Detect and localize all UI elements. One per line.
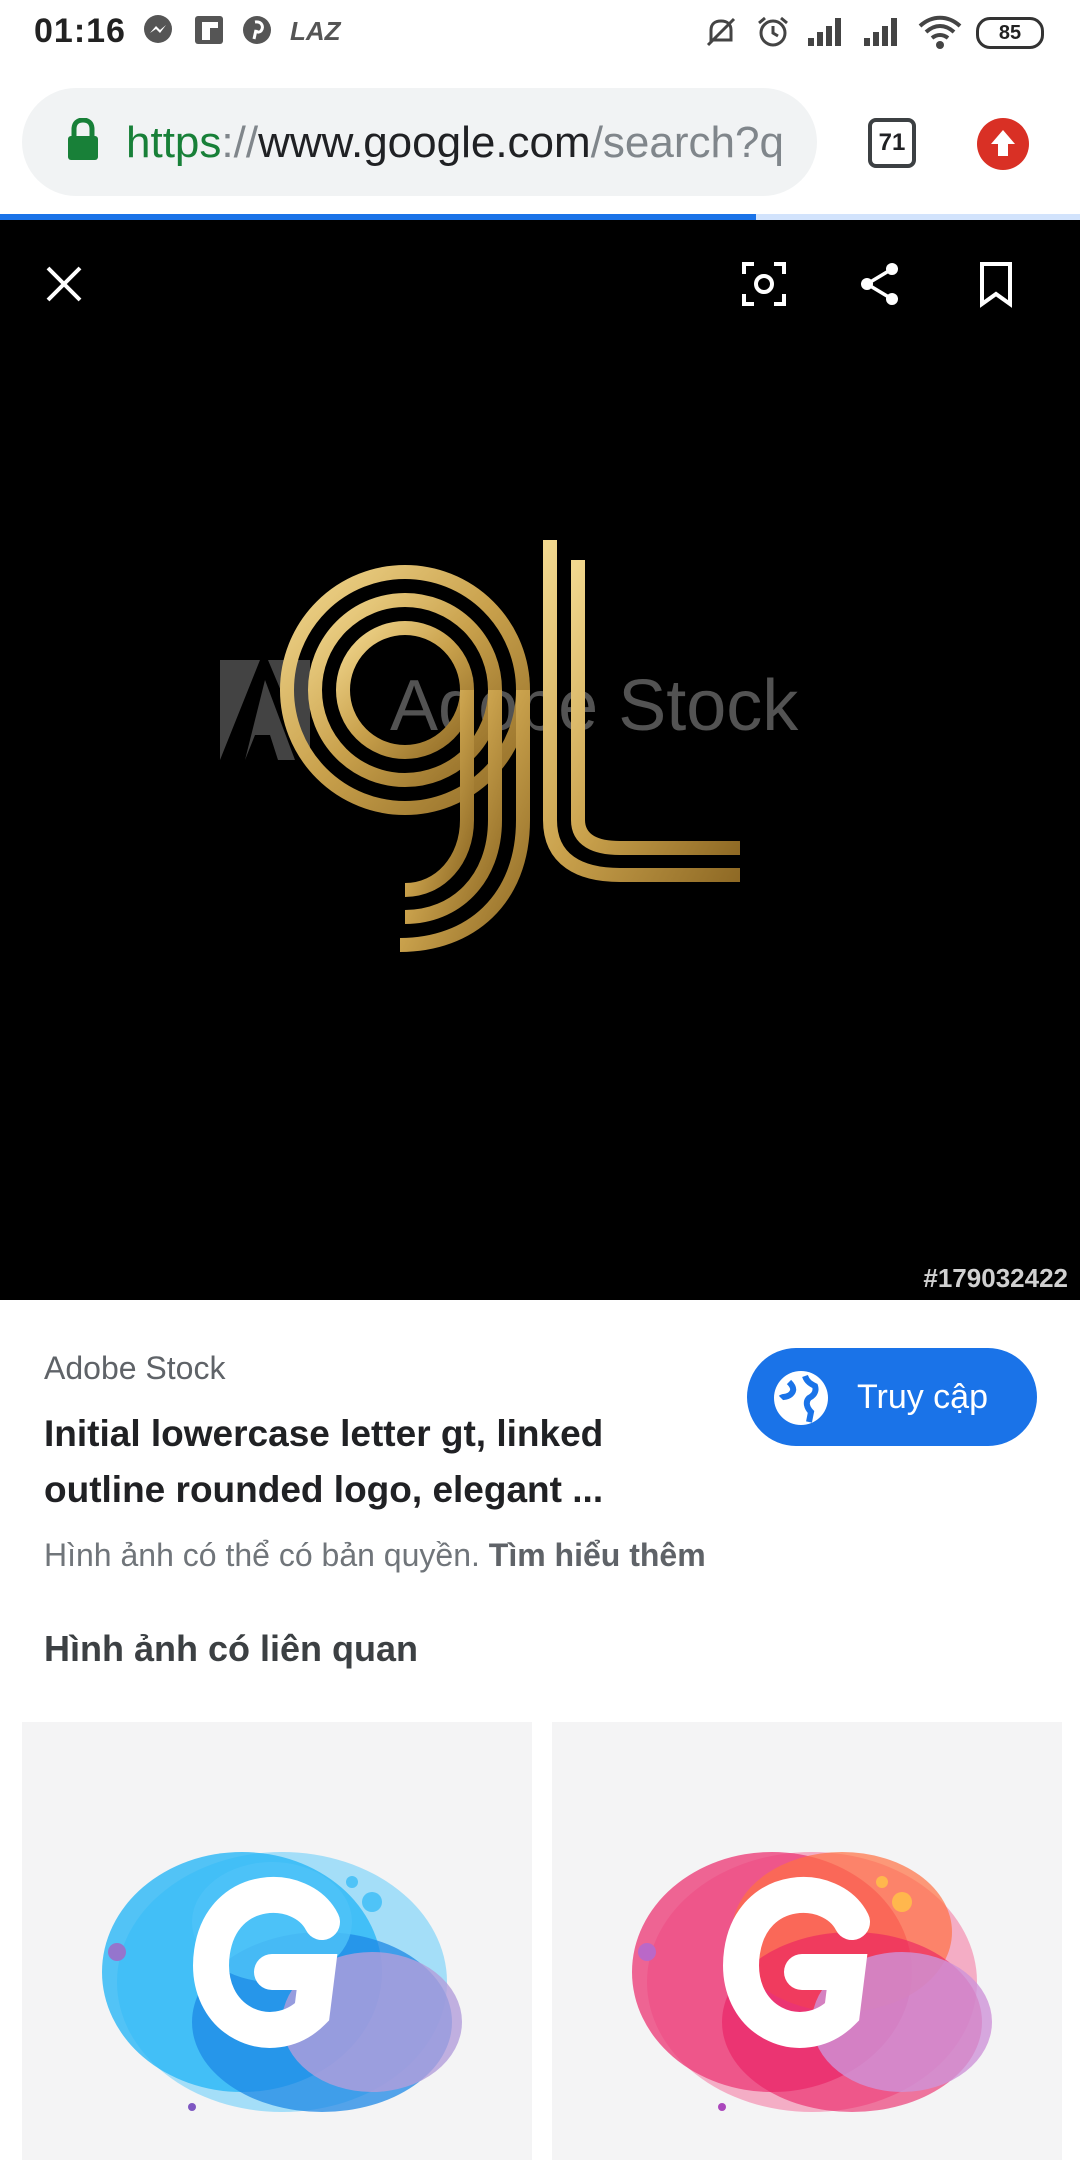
- wifi-icon: [918, 14, 962, 55]
- copyright-notice: Hình ảnh có thể có bản quyền. Tìm hiểu t…: [44, 1537, 706, 1574]
- battery-icon: 85: [976, 17, 1044, 49]
- url-path: /search?q: [590, 118, 784, 167]
- gt-logo-image[interactable]: Adobe Stock: [200, 520, 880, 1020]
- close-icon[interactable]: [40, 260, 88, 313]
- learn-more-link[interactable]: Tìm hiểu thêm: [489, 1537, 706, 1573]
- pink-g-logo-image: [632, 1852, 992, 2112]
- url-separator: ://: [221, 118, 259, 167]
- status-bar: 01:16 LAZ 85: [0, 0, 1080, 66]
- pinterest-icon: [241, 14, 273, 51]
- bookmark-icon[interactable]: [972, 260, 1020, 313]
- flipboard-icon: [194, 14, 224, 51]
- copyright-text: Hình ảnh có thể có bản quyền.: [44, 1537, 480, 1573]
- share-icon[interactable]: [856, 260, 904, 313]
- url-scheme: https: [126, 118, 222, 167]
- signal-icon: [806, 14, 848, 53]
- result-title[interactable]: Initial lowercase letter gt, linked outl…: [44, 1406, 704, 1518]
- lock-icon[interactable]: [66, 117, 100, 167]
- update-available-icon[interactable]: [977, 118, 1029, 170]
- messenger-icon: [142, 14, 174, 51]
- mute-icon: [703, 14, 739, 55]
- status-time: 01:16: [34, 12, 126, 50]
- stock-image-id: #179032422: [923, 1263, 1068, 1293]
- related-image-tile[interactable]: [22, 1722, 532, 2160]
- globe-icon: [771, 1368, 831, 1437]
- url-bar[interactable]: https://www.google.com/search?q: [22, 88, 817, 196]
- visit-button[interactable]: Truy cập: [747, 1348, 1037, 1446]
- alarm-icon: [755, 14, 791, 55]
- tab-switcher-button[interactable]: 71: [868, 118, 916, 168]
- visit-button-label: Truy cập: [857, 1378, 989, 1416]
- source-name[interactable]: Adobe Stock: [44, 1350, 225, 1387]
- lens-icon[interactable]: [740, 260, 788, 313]
- image-viewer: Adobe Stock #179032422: [0, 220, 1080, 1300]
- blue-g-logo-image: [102, 1852, 462, 2112]
- url-text[interactable]: https://www.google.com/search?q: [126, 118, 811, 168]
- related-images-heading: Hình ảnh có liên quan: [44, 1628, 419, 1669]
- signal-icon: [862, 14, 904, 53]
- related-image-tile[interactable]: [552, 1722, 1062, 2160]
- url-host: www.google.com: [258, 118, 591, 167]
- lazada-icon: LAZ: [290, 16, 341, 46]
